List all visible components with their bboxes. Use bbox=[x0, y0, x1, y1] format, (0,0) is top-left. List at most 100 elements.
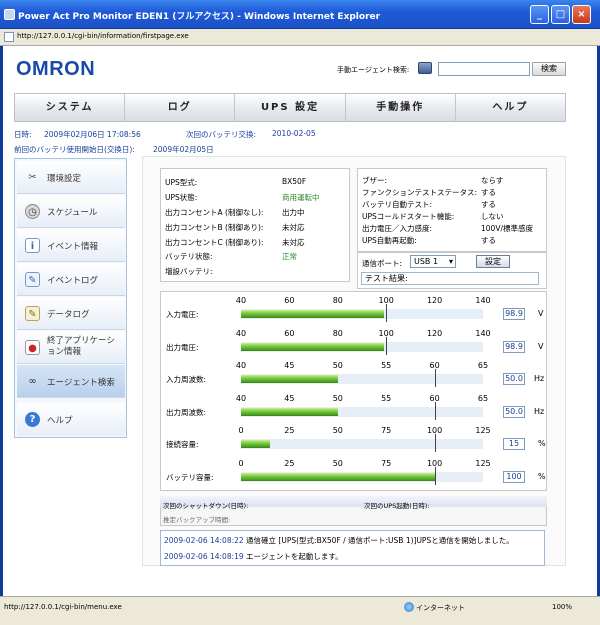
gauge-tick-label: 60 bbox=[284, 328, 295, 338]
gauge-marker bbox=[386, 304, 388, 322]
gauge-unit: V bbox=[538, 341, 544, 351]
gauge-marker bbox=[434, 466, 436, 485]
port-select[interactable]: USB 1 ▾ bbox=[410, 255, 456, 268]
gauge-marker bbox=[434, 369, 436, 387]
test-result-label: テスト結果: bbox=[365, 274, 408, 283]
log-line: 2009-02-06 14:08:19 エージェントを起動します。 bbox=[164, 551, 343, 562]
sidebar-item-data-log[interactable]: ✎ データログ bbox=[17, 297, 125, 330]
gauge-tick-label: 60 bbox=[284, 296, 295, 305]
ups-field-value: 未対応 bbox=[282, 223, 305, 232]
gauge-tick-label: 45 bbox=[284, 361, 295, 370]
gauge-track bbox=[241, 304, 483, 322]
sidebar-item-event-info[interactable]: i イベント情報 bbox=[17, 229, 125, 262]
maximize-button[interactable]: □ bbox=[551, 5, 570, 24]
log-time: 2009-02-06 14:08:22 bbox=[164, 536, 244, 545]
gauge-tick-label: 55 bbox=[381, 361, 392, 370]
gauge-tick-label: 50 bbox=[332, 361, 343, 370]
backup-time-label: 推定バックアップ時間: bbox=[163, 516, 231, 524]
datetime-value: 2009年02月06日 17:08:56 bbox=[44, 130, 141, 139]
gauge-value: 98.9 bbox=[503, 308, 525, 320]
sidebar-item-shutdown-app[interactable]: ● 終了アプリケーション情報 bbox=[17, 331, 125, 364]
gauge-tick-label: 125 bbox=[475, 458, 491, 468]
gauge-label: バッテリ容量: bbox=[166, 472, 214, 482]
close-button[interactable]: × bbox=[572, 5, 591, 24]
next-battery-label: 次回のバッテリ交換: bbox=[186, 130, 257, 139]
tools-icon: ✂ bbox=[28, 172, 37, 183]
setting-value: 100V/標準感度 bbox=[481, 224, 533, 233]
gauge-tick-label: 65 bbox=[477, 361, 489, 370]
address-text[interactable]: http://127.0.0.1/cgi-bin/information/fir… bbox=[17, 32, 189, 40]
gauge-label: 出力電圧: bbox=[166, 342, 199, 352]
chevron-down-icon: ▾ bbox=[448, 257, 453, 266]
gauge-unit: % bbox=[538, 439, 546, 448]
gauge-tick-label: 80 bbox=[332, 296, 343, 305]
setting-label: UPSコールドスタート機能: bbox=[362, 212, 455, 221]
gauge-fill bbox=[241, 375, 338, 383]
sidebar-item-agent-search[interactable]: ∞ エージェント検索 bbox=[17, 365, 125, 398]
ups-field-label: 出力コンセントC (制御あり): bbox=[165, 238, 264, 247]
gauge-fill bbox=[241, 407, 338, 416]
log-line: 2009-02-06 14:08:22 通信確立 [UPS(型式:BX50F /… bbox=[164, 535, 514, 546]
globe-icon bbox=[404, 602, 414, 612]
address-bar[interactable]: http://127.0.0.1/cgi-bin/information/fir… bbox=[0, 29, 600, 46]
help-icon: ? bbox=[25, 412, 40, 427]
gauge-tick-label: 50 bbox=[332, 458, 343, 468]
page-icon bbox=[4, 32, 14, 42]
set-button[interactable]: 設定 bbox=[476, 255, 510, 268]
gauge-tick-label: 40 bbox=[235, 361, 247, 370]
menu-manual[interactable]: 手動操作 bbox=[346, 94, 456, 121]
gauge-tick-label: 50 bbox=[332, 393, 343, 403]
minimize-button[interactable]: _ bbox=[530, 5, 549, 24]
ups-field-label: 出力コンセントB (制御あり): bbox=[165, 223, 264, 232]
setting-value: ならす bbox=[481, 176, 504, 185]
gauge-tick-label: 25 bbox=[284, 426, 295, 435]
sidebar-item-label: データログ bbox=[47, 310, 90, 320]
gauge-tick-label: 40 bbox=[235, 328, 247, 338]
event-info-icon: i bbox=[25, 238, 40, 253]
status-url: http://127.0.0.1/cgi-bin/menu.exe bbox=[4, 603, 122, 611]
sidebar-item-schedule[interactable]: ◷ スケジュール bbox=[17, 195, 125, 228]
security-zone: インターネット bbox=[416, 604, 465, 612]
gauge-tick-label: 40 bbox=[235, 393, 247, 403]
clock-icon: ◷ bbox=[25, 204, 40, 219]
gauge-tick-label: 0 bbox=[238, 458, 244, 468]
sidebar-item-help[interactable]: ? ヘルプ bbox=[17, 403, 125, 436]
setting-label: ブザー: bbox=[362, 176, 388, 185]
last-battery-label: 前回のバッテリ使用開始日(交換日): bbox=[14, 145, 135, 154]
gauge-label: 入力電圧: bbox=[166, 310, 199, 319]
omron-logo: OMRON bbox=[16, 58, 96, 80]
menu-ups-settings[interactable]: UPS 設定 bbox=[235, 94, 346, 121]
gauge-fill bbox=[241, 472, 435, 481]
sidebar-item-label: エージェント検索 bbox=[47, 378, 115, 388]
sidebar-item-settings[interactable]: ✂ 環境設定 bbox=[17, 161, 125, 194]
gauge-track bbox=[241, 434, 483, 452]
sidebar-item-event-log[interactable]: ✎ イベントログ bbox=[17, 263, 125, 296]
ups-field-value: 未対応 bbox=[282, 238, 305, 247]
log-text: エージェントを起動します。 bbox=[246, 552, 343, 561]
gauge-track bbox=[241, 369, 483, 387]
search-button[interactable]: 検索 bbox=[532, 62, 566, 76]
gauge-tick-label: 50 bbox=[332, 426, 343, 435]
setting-label: ファンクションテストステータス: bbox=[362, 188, 478, 197]
setting-value: する bbox=[481, 236, 496, 245]
menu-system[interactable]: システム bbox=[15, 94, 126, 121]
next-start-label: 次回のUPS起動(日時): bbox=[364, 502, 430, 510]
monitor-icon bbox=[418, 62, 432, 74]
menu-log[interactable]: ログ bbox=[125, 94, 236, 121]
gauge-tick-label: 0 bbox=[238, 426, 244, 435]
sidebar-item-label: 環境設定 bbox=[47, 174, 82, 184]
ups-field-label: バッテリ状態: bbox=[165, 252, 213, 261]
sidebar-item-label: 終了アプリケーション情報 bbox=[47, 336, 115, 357]
agent-search-input[interactable] bbox=[438, 62, 530, 76]
gauge-label: 出力周波数: bbox=[166, 407, 207, 417]
gauge-marker bbox=[386, 336, 388, 355]
window-title: Power Act Pro Monitor EDEN1 (フルアクセス) - W… bbox=[18, 12, 381, 22]
log-time: 2009-02-06 14:08:19 bbox=[164, 552, 244, 561]
menu-help[interactable]: ヘルプ bbox=[456, 94, 565, 121]
gauge-fill bbox=[241, 440, 271, 448]
agent-search-label: 手動エージェント検索: bbox=[337, 66, 410, 74]
zoom-level[interactable]: 100% bbox=[552, 603, 572, 611]
setting-value: しない bbox=[481, 212, 504, 221]
gauge-value: 50.0 bbox=[503, 405, 525, 418]
ups-field-label: 出力コンセントA (制御なし): bbox=[165, 208, 264, 217]
